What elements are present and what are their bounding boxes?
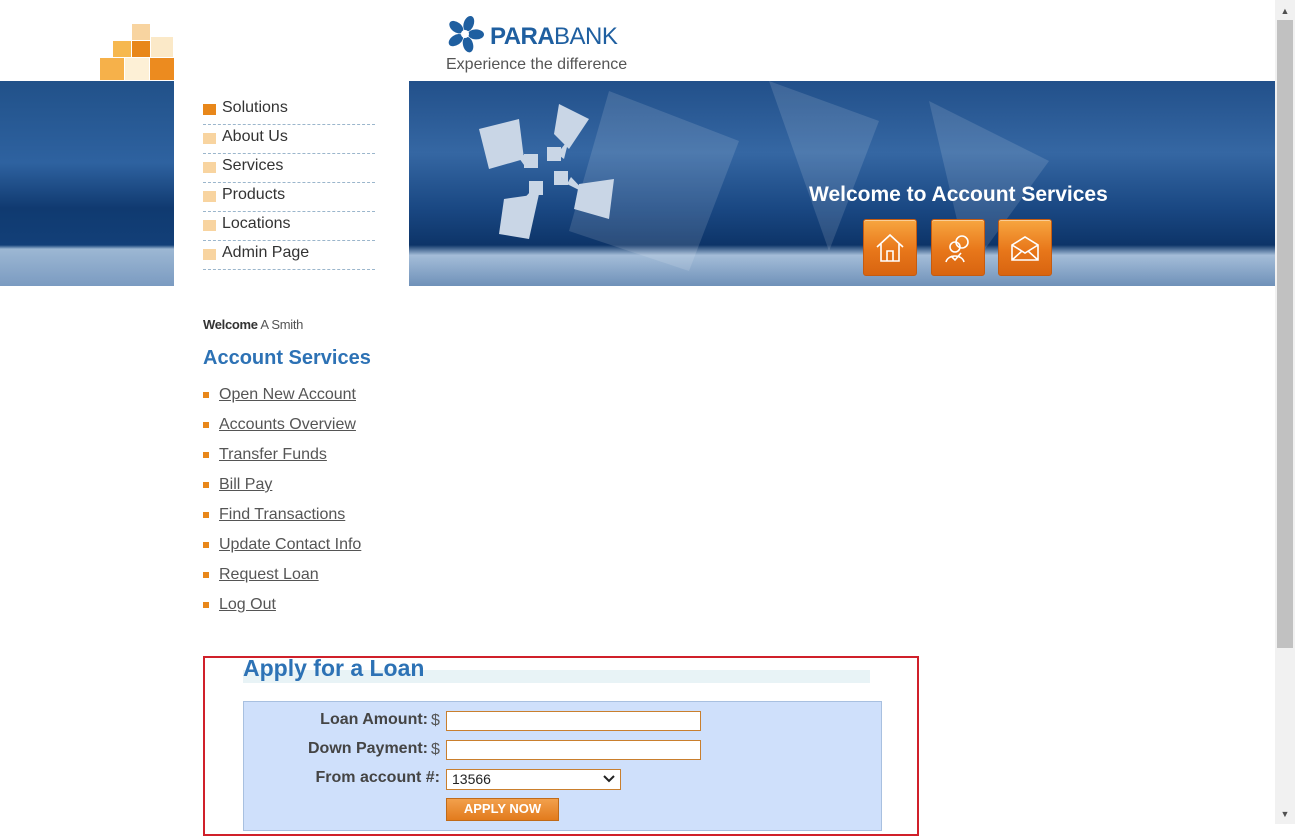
nav-bullet-icon	[203, 249, 216, 260]
loan-form-title: Apply for a Loan	[243, 655, 425, 681]
bullet-icon	[203, 602, 209, 608]
header-band-left	[0, 81, 174, 286]
down-payment-label: Down Payment:	[307, 740, 428, 757]
accounts-overview-link[interactable]: Accounts Overview	[219, 416, 356, 434]
bullet-icon	[203, 482, 209, 488]
nav-item-solutions[interactable]: Solutions	[203, 96, 375, 125]
banner-emblem-icon	[479, 104, 614, 239]
slogan: Experience the difference	[446, 56, 628, 73]
log-out-link[interactable]: Log Out	[219, 596, 276, 614]
chevron-down-icon	[603, 771, 615, 790]
nav-item-label: Solutions	[222, 99, 288, 116]
brand-name-para: PARA	[490, 23, 555, 50]
decorative-blocks	[100, 24, 175, 80]
down-payment-currency: $	[431, 741, 440, 758]
from-account-value: 13566	[452, 771, 491, 787]
nav-bullet-icon	[203, 162, 216, 173]
welcome-label: Welcome	[203, 317, 258, 332]
nav-item-products[interactable]: Products	[203, 183, 375, 212]
nav-item-label: Locations	[222, 215, 291, 232]
request-loan-link[interactable]: Request Loan	[219, 566, 319, 584]
find-transactions-link[interactable]: Find Transactions	[219, 506, 345, 524]
bullet-icon	[203, 392, 209, 398]
vertical-scrollbar[interactable]: ▲ ▼	[1275, 0, 1295, 824]
loan-amount-row: Loan Amount:	[228, 711, 428, 735]
email-icon	[1011, 236, 1039, 261]
nav-item-label: About Us	[222, 128, 288, 145]
parabank-logo[interactable]: PARA BANK	[446, 15, 646, 53]
loan-amount-input[interactable]	[446, 711, 701, 731]
nav-item-admin-page[interactable]: Admin Page	[203, 241, 375, 270]
from-account-label: From account #:	[315, 769, 440, 786]
parabank-flower-icon	[448, 15, 484, 53]
scroll-thumb[interactable]	[1277, 20, 1293, 648]
email-button[interactable]	[998, 219, 1052, 276]
nav-item-label: Products	[222, 186, 286, 203]
bullet-icon	[203, 542, 209, 548]
nav-bullet-icon	[203, 191, 216, 202]
transfer-funds-link[interactable]: Transfer Funds	[219, 446, 327, 464]
home-button[interactable]	[863, 219, 917, 276]
nav-item-label: Admin Page	[222, 244, 310, 261]
bullet-icon	[203, 452, 209, 458]
welcome-message: Welcome A Smith	[203, 317, 303, 332]
home-icon	[876, 233, 904, 262]
top-nav: Solutions About Us Services Products Loc…	[174, 81, 409, 311]
from-account-select[interactable]: 13566	[446, 769, 621, 790]
bullet-icon	[203, 512, 209, 518]
contact-icon	[945, 235, 969, 263]
nav-bullet-icon	[203, 220, 216, 231]
nav-bullet-icon	[203, 133, 216, 144]
loan-amount-label: Loan Amount:	[320, 711, 428, 728]
user-name: A Smith	[260, 317, 304, 332]
nav-item-label: Services	[222, 157, 284, 174]
scroll-up-icon[interactable]: ▲	[1275, 0, 1295, 20]
bullet-icon	[203, 422, 209, 428]
from-account-row: From account #:	[240, 769, 440, 793]
nav-bullet-icon	[203, 104, 216, 115]
open-new-account-link[interactable]: Open New Account	[219, 386, 356, 404]
down-payment-input[interactable]	[446, 740, 701, 760]
loan-amount-currency: $	[431, 712, 440, 729]
header-banner: Welcome to Account Services	[409, 81, 1275, 286]
account-services-title: Account Services	[203, 347, 371, 369]
bill-pay-link[interactable]: Bill Pay	[219, 476, 272, 494]
brand-name-bank: BANK	[554, 23, 618, 50]
banner-title: Welcome to Account Services	[809, 183, 1108, 206]
nav-item-services[interactable]: Services	[203, 154, 375, 183]
contact-button[interactable]	[931, 219, 985, 276]
down-payment-row: Down Payment:	[228, 740, 428, 764]
update-contact-info-link[interactable]: Update Contact Info	[219, 536, 361, 554]
nav-item-about-us[interactable]: About Us	[203, 125, 375, 154]
bullet-icon	[203, 572, 209, 578]
nav-item-locations[interactable]: Locations	[203, 212, 375, 241]
apply-now-button[interactable]: APPLY NOW	[446, 798, 559, 821]
scroll-down-icon[interactable]: ▼	[1275, 804, 1295, 824]
